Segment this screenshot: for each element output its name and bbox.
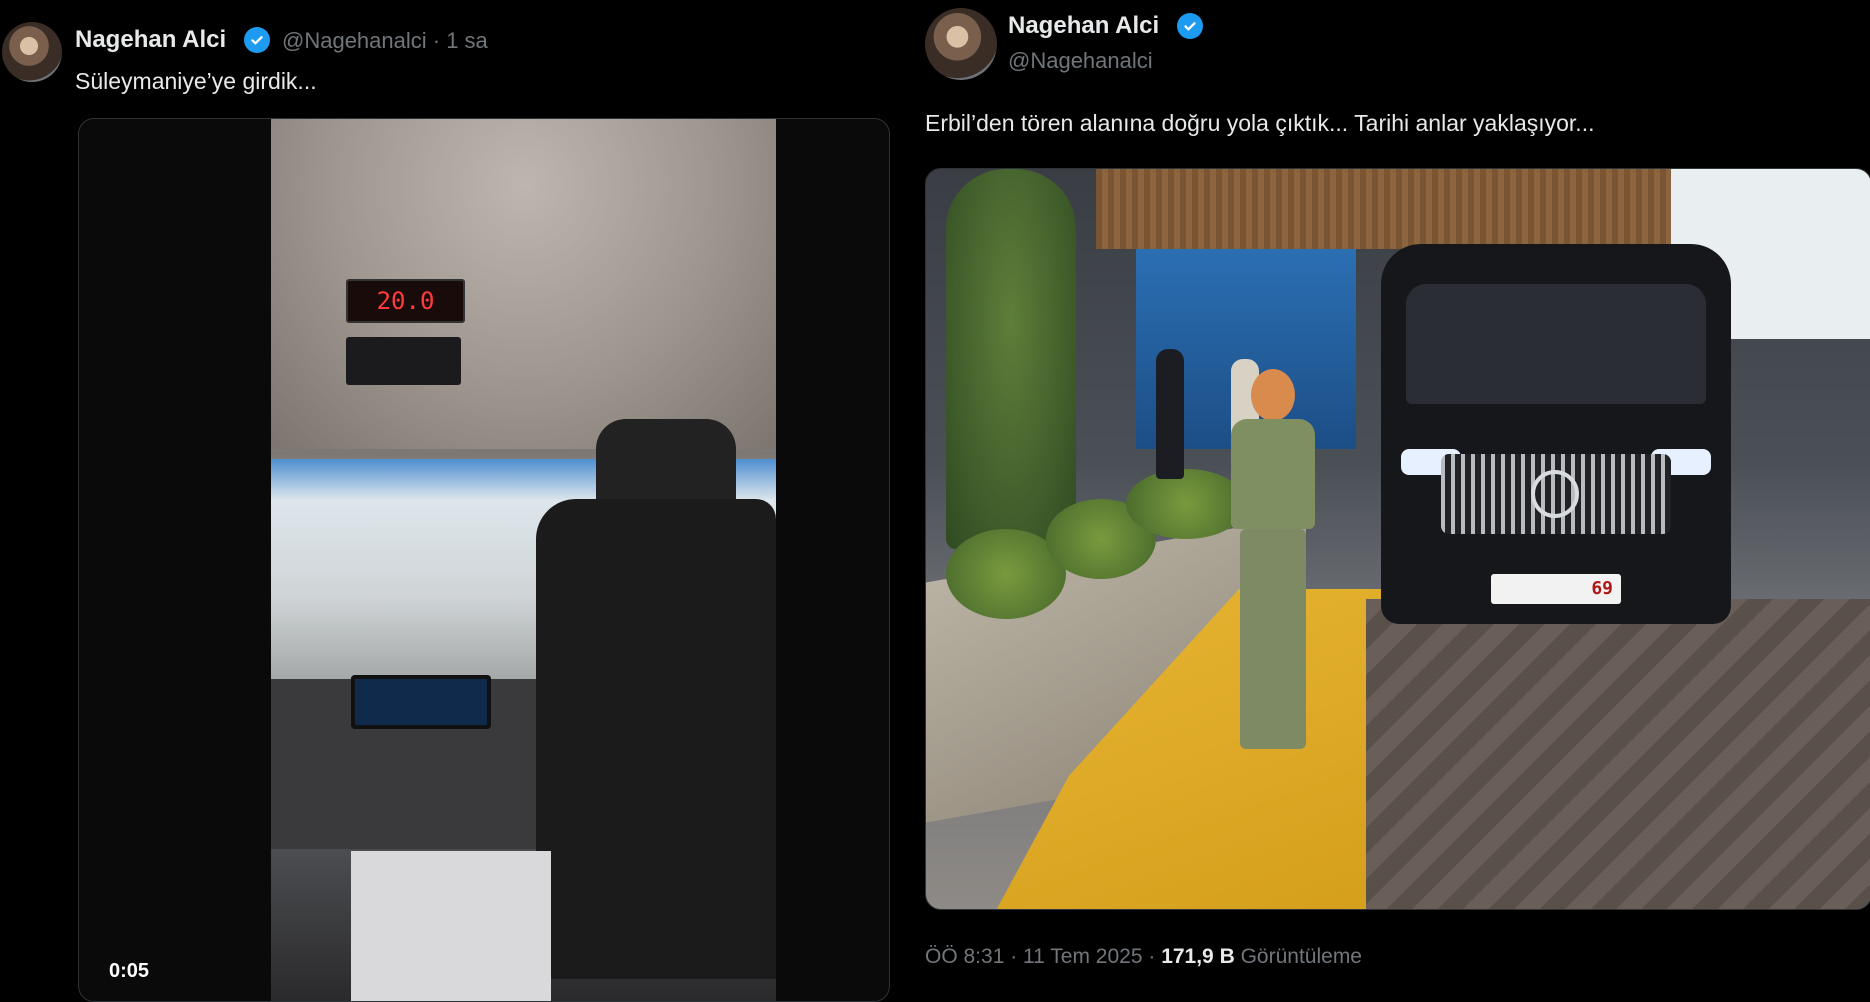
- avatar[interactable]: [925, 8, 997, 80]
- license-plate: 69: [1491, 574, 1621, 604]
- seat: [536, 499, 776, 979]
- tweet-text: Süleymaniye’ye girdik...: [75, 68, 317, 94]
- tweet-video[interactable]: 20.0 0:05: [78, 118, 890, 1002]
- woman-top: [1231, 419, 1315, 529]
- author-handle[interactable]: @Nagehanalci · 1 sa: [282, 28, 488, 54]
- video-frame: 20.0: [271, 119, 776, 1001]
- stone-floor: [1366, 599, 1870, 909]
- woman-head: [1251, 369, 1295, 421]
- views-label: Görüntüleme: [1240, 945, 1362, 968]
- views-count: 171,9 B: [1161, 945, 1235, 968]
- tweet-text: Erbil’den tören alanına doğru yola çıktı…: [925, 110, 1595, 136]
- video-time: 0:05: [109, 960, 150, 982]
- tweet-left: Nagehan Alci @Nagehanalci · 1 sa Süleyma…: [0, 0, 900, 1002]
- infotainment-screen: [351, 675, 491, 729]
- tweet-timestamp[interactable]: ÖÖ 8:31 · 11 Tem 2025 ·: [925, 945, 1155, 968]
- mercedes-logo-icon: [1531, 470, 1579, 518]
- verified-badge-icon: [1177, 13, 1203, 39]
- console-panel: [351, 851, 551, 1001]
- author-name[interactable]: Nagehan Alci: [75, 26, 226, 54]
- verified-badge-icon: [244, 27, 270, 53]
- tweet-photo[interactable]: 69: [925, 168, 1870, 910]
- info-display: [346, 337, 461, 385]
- avatar[interactable]: [2, 22, 62, 82]
- cypress-tree: [946, 169, 1076, 549]
- black-van: 69: [1381, 244, 1731, 624]
- woman: [1226, 369, 1316, 769]
- temperature-display: 20.0: [346, 279, 465, 323]
- tweet-meta: ÖÖ 8:31 · 11 Tem 2025 · 171,9 B Görüntül…: [925, 945, 1362, 969]
- tweet-right: Nagehan Alci @Nagehanalci Erbil’den töre…: [905, 0, 1870, 1000]
- person: [1156, 349, 1184, 479]
- woman-pants: [1240, 529, 1306, 749]
- author-handle[interactable]: @Nagehanalci: [1008, 48, 1153, 74]
- author-name[interactable]: Nagehan Alci: [1008, 12, 1159, 40]
- van-windshield: [1406, 284, 1706, 404]
